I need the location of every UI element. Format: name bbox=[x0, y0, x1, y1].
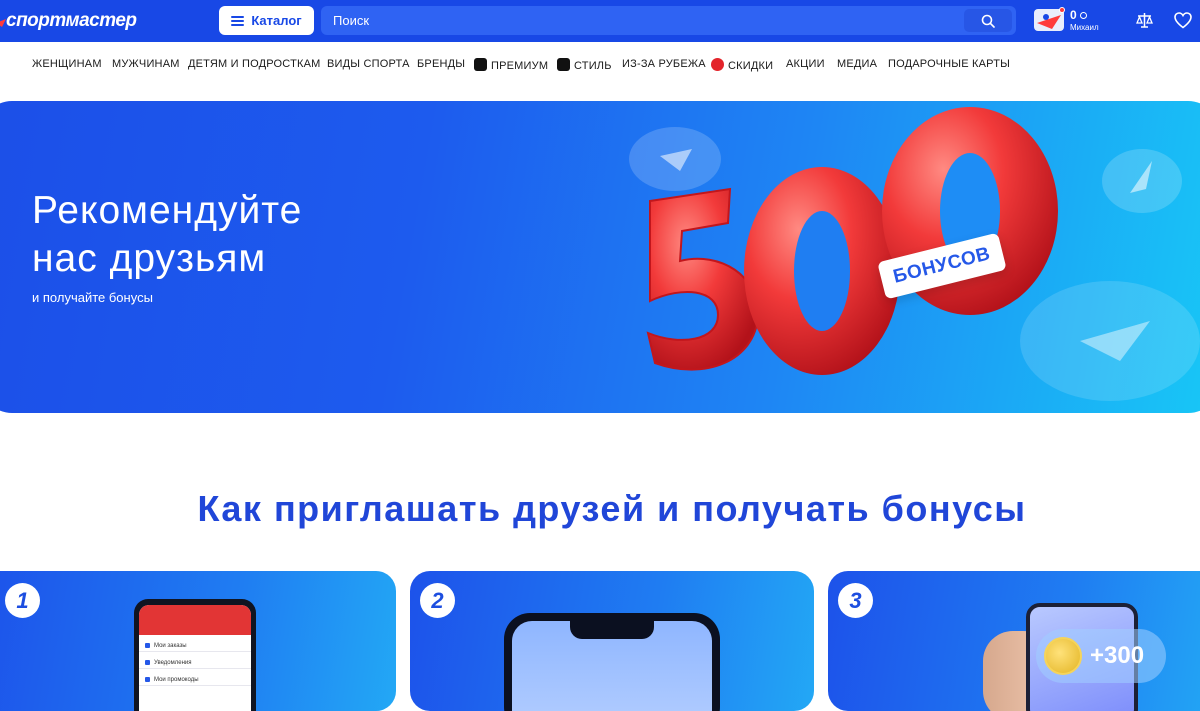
nav-item-promotions[interactable]: АКЦИИ bbox=[786, 58, 825, 70]
step-number: 2 bbox=[431, 587, 444, 613]
nav-item-premium-label: ПРЕМИУМ bbox=[491, 60, 549, 72]
percent-icon bbox=[711, 58, 724, 71]
menu-row: Мои заказы bbox=[139, 635, 251, 652]
menu-row-label: Мои заказы bbox=[154, 642, 187, 649]
nav-item-women[interactable]: ЖЕНЩИНАМ bbox=[32, 58, 102, 70]
category-nav: ЖЕНЩИНАМ МУЖЧИНАМ ДЕТЯМ И ПОДРОСТКАМ ВИД… bbox=[0, 52, 1200, 78]
step-card-2[interactable]: 2 bbox=[410, 571, 814, 711]
menu-row-label: Мои промокоды bbox=[154, 676, 199, 683]
step-number: 1 bbox=[16, 587, 29, 613]
menu-icon bbox=[231, 15, 245, 26]
search-button[interactable] bbox=[964, 9, 1012, 32]
coin-icon bbox=[1044, 637, 1082, 675]
phone-screen: Мои заказы Уведомления Мои промокоды bbox=[139, 605, 251, 711]
menu-row: Мои промокоды bbox=[139, 669, 251, 686]
step-card-3[interactable]: 3 +300 bbox=[828, 571, 1200, 711]
step-card-1[interactable]: 1 Мои заказы Уведомления Мои промокоды bbox=[0, 571, 396, 711]
nav-item-media[interactable]: МЕДИА bbox=[837, 58, 877, 70]
nav-item-sale-label: СКИДКИ bbox=[728, 60, 774, 72]
menu-row-label: Уведомления bbox=[154, 659, 192, 666]
menu-row: Уведомления bbox=[139, 652, 251, 669]
user-name: Михаил bbox=[1070, 23, 1099, 32]
hero-banner[interactable]: БОНУСОВ Рекомендуйте нас друзьям и получ… bbox=[0, 101, 1200, 413]
hero-title: Рекомендуйте нас друзьям bbox=[32, 187, 452, 283]
nav-item-gift-cards[interactable]: ПОДАРОЧНЫЕ КАРТЫ bbox=[888, 58, 1010, 70]
logo-text: спортмастер bbox=[6, 10, 137, 31]
user-profile[interactable]: 0 Михаил bbox=[1034, 6, 1114, 36]
nav-item-premium[interactable]: ПРЕМИУМ bbox=[474, 58, 548, 72]
hero-title-line1: Рекомендуйте bbox=[32, 189, 303, 232]
nav-item-style-label: СТИЛЬ bbox=[574, 60, 612, 72]
balloon-500 bbox=[646, 107, 1058, 375]
nav-item-sale[interactable]: СКИДКИ bbox=[711, 58, 773, 72]
top-header: спортмастер Каталог 0 Михаил bbox=[0, 0, 1200, 42]
phone-notch bbox=[570, 621, 654, 639]
premium-icon bbox=[474, 58, 487, 71]
nav-item-kids[interactable]: ДЕТЯМ И ПОДРОСТКАМ bbox=[188, 58, 321, 70]
heart-icon[interactable] bbox=[1174, 12, 1192, 29]
search-input[interactable] bbox=[321, 6, 961, 35]
step-number-badge: 2 bbox=[420, 583, 455, 618]
bonus-chip: +300 bbox=[1036, 629, 1166, 683]
nav-item-brands[interactable]: БРЕНДЫ bbox=[417, 58, 465, 70]
search-bar bbox=[321, 6, 1016, 35]
bonus-amount: +300 bbox=[1090, 642, 1145, 669]
logo-mark-icon bbox=[0, 19, 6, 27]
search-icon bbox=[981, 14, 995, 28]
phone-illustration: Мои заказы Уведомления Мои промокоды bbox=[134, 599, 256, 711]
phone-illustration bbox=[504, 613, 720, 711]
notification-dot bbox=[1059, 7, 1065, 13]
catalog-label: Каталог bbox=[251, 13, 302, 28]
nav-item-abroad[interactable]: ИЗ-ЗА РУБЕЖА bbox=[622, 58, 706, 70]
catalog-button[interactable]: Каталог bbox=[219, 6, 314, 35]
nav-item-sports[interactable]: ВИДЫ СПОРТА bbox=[327, 58, 410, 70]
hero-title-line2: нас друзьям bbox=[32, 237, 267, 280]
step-number-badge: 3 bbox=[838, 583, 873, 618]
style-icon bbox=[557, 58, 570, 71]
nav-item-men[interactable]: МУЖЧИНАМ bbox=[112, 58, 180, 70]
compare-icon[interactable] bbox=[1136, 12, 1153, 29]
logo[interactable]: спортмастер bbox=[0, 9, 137, 33]
nav-item-style[interactable]: СТИЛЬ bbox=[557, 58, 612, 72]
section-title: Как приглашать друзей и получать бонусы bbox=[197, 488, 1027, 529]
step-number-badge: 1 bbox=[5, 583, 40, 618]
hero-subtitle: и получайте бонусы bbox=[32, 290, 153, 305]
coin-icon bbox=[1080, 12, 1087, 19]
step-number: 3 bbox=[849, 587, 862, 613]
bonus-points: 0 bbox=[1070, 8, 1077, 22]
phone-screen-header bbox=[139, 605, 251, 635]
